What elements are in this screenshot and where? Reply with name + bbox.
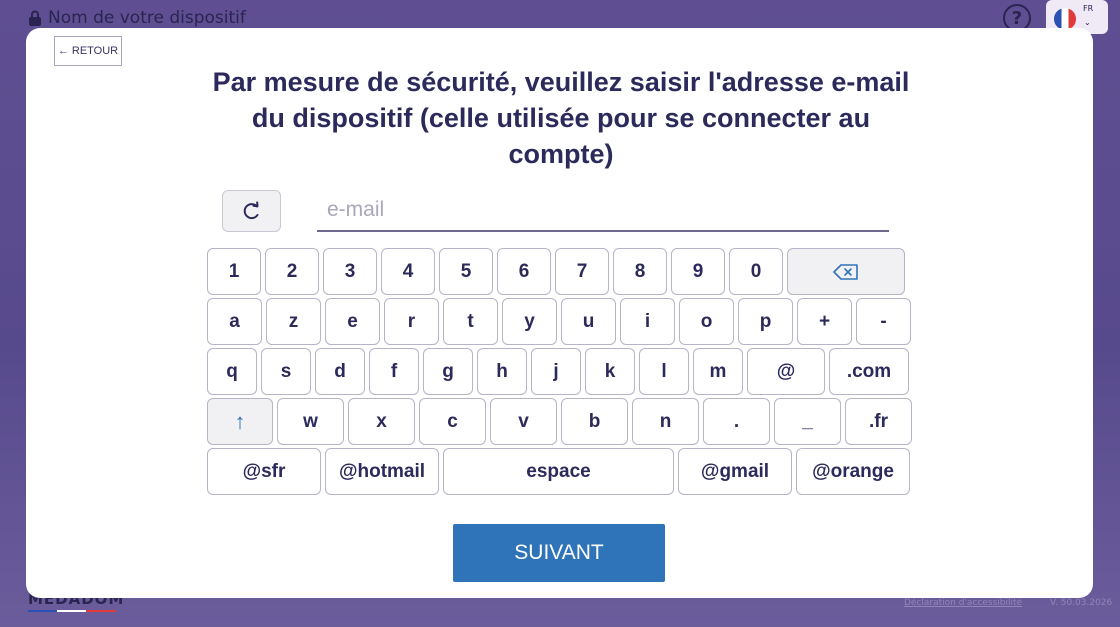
key-6[interactable]: 6 [497, 248, 551, 295]
shift-arrow-icon: ↑ [234, 408, 246, 434]
key-4[interactable]: 4 [381, 248, 435, 295]
refresh-icon [243, 201, 258, 220]
key-minus[interactable]: - [856, 298, 911, 345]
key-h[interactable]: h [477, 348, 527, 395]
key-e[interactable]: e [325, 298, 380, 345]
key-b[interactable]: b [561, 398, 628, 445]
key-7[interactable]: 7 [555, 248, 609, 295]
key-period[interactable]: . [703, 398, 770, 445]
key-w[interactable]: w [277, 398, 344, 445]
key-dot-com[interactable]: .com [829, 348, 909, 395]
key-plus[interactable]: + [797, 298, 852, 345]
device-title-text: Nom de votre dispositif [48, 8, 246, 28]
device-title: Nom de votre dispositif [28, 8, 246, 28]
next-button[interactable]: SUIVANT [453, 524, 665, 582]
back-button[interactable]: ← RETOUR [54, 36, 122, 66]
reset-button[interactable] [222, 190, 281, 232]
lock-icon [29, 10, 41, 26]
key-a[interactable]: a [207, 298, 262, 345]
key-g[interactable]: g [423, 348, 473, 395]
backspace-key[interactable] [787, 248, 905, 295]
key-i[interactable]: i [620, 298, 675, 345]
key-l[interactable]: l [639, 348, 689, 395]
shift-key[interactable]: ↑ [207, 398, 273, 445]
accessibility-link[interactable]: Déclaration d'accessibilité [904, 598, 1022, 608]
keyboard-row-qsdf: q s d f g h j k l m @ .com [207, 348, 909, 395]
key-x[interactable]: x [348, 398, 415, 445]
key-n[interactable]: n [632, 398, 699, 445]
key-d[interactable]: d [315, 348, 365, 395]
key-p[interactable]: p [738, 298, 793, 345]
key-9[interactable]: 9 [671, 248, 725, 295]
keyboard-row-shortcuts: @sfr @hotmail espace @gmail @orange [207, 448, 910, 495]
key-8[interactable]: 8 [613, 248, 667, 295]
key-q[interactable]: q [207, 348, 257, 395]
key-dot-fr[interactable]: .fr [845, 398, 912, 445]
key-z[interactable]: z [266, 298, 321, 345]
key-5[interactable]: 5 [439, 248, 493, 295]
back-button-label: RETOUR [71, 45, 119, 57]
keyboard-row-azerty: a z e r t y u i o p + - [207, 298, 911, 345]
key-at-gmail[interactable]: @gmail [678, 448, 792, 495]
key-m[interactable]: m [693, 348, 743, 395]
key-2[interactable]: 2 [265, 248, 319, 295]
modal-title: Par mesure de sécurité, veuillez saisir … [212, 67, 910, 169]
key-s[interactable]: s [261, 348, 311, 395]
key-0[interactable]: 0 [729, 248, 783, 295]
backspace-icon [833, 263, 858, 280]
french-flag-icon [1054, 8, 1076, 30]
email-verification-modal: ← RETOUR Par mesure de sécurité, veuille… [26, 28, 1093, 598]
language-code: FR [1083, 4, 1094, 13]
key-underscore[interactable]: _ [774, 398, 841, 445]
key-at[interactable]: @ [747, 348, 825, 395]
key-f[interactable]: f [369, 348, 419, 395]
key-j[interactable]: j [531, 348, 581, 395]
key-3[interactable]: 3 [323, 248, 377, 295]
key-t[interactable]: t [443, 298, 498, 345]
version-label: V. 50.03.2026 [1050, 598, 1113, 608]
key-v[interactable]: v [490, 398, 557, 445]
key-1[interactable]: 1 [207, 248, 261, 295]
key-at-sfr[interactable]: @sfr [207, 448, 321, 495]
keyboard-row-numbers: 1 2 3 4 5 6 7 8 9 0 [207, 248, 905, 295]
key-at-orange[interactable]: @orange [796, 448, 910, 495]
key-at-hotmail[interactable]: @hotmail [325, 448, 439, 495]
key-space[interactable]: espace [443, 448, 674, 495]
key-y[interactable]: y [502, 298, 557, 345]
keyboard-row-wxcv: ↑ w x c v b n . _ .fr [207, 398, 912, 445]
arrow-left-icon: ← [57, 45, 69, 57]
key-o[interactable]: o [679, 298, 734, 345]
key-c[interactable]: c [419, 398, 486, 445]
key-u[interactable]: u [561, 298, 616, 345]
key-k[interactable]: k [585, 348, 635, 395]
email-input[interactable] [317, 190, 889, 232]
chevron-down-icon: ⌄ [1084, 18, 1091, 27]
key-r[interactable]: r [384, 298, 439, 345]
